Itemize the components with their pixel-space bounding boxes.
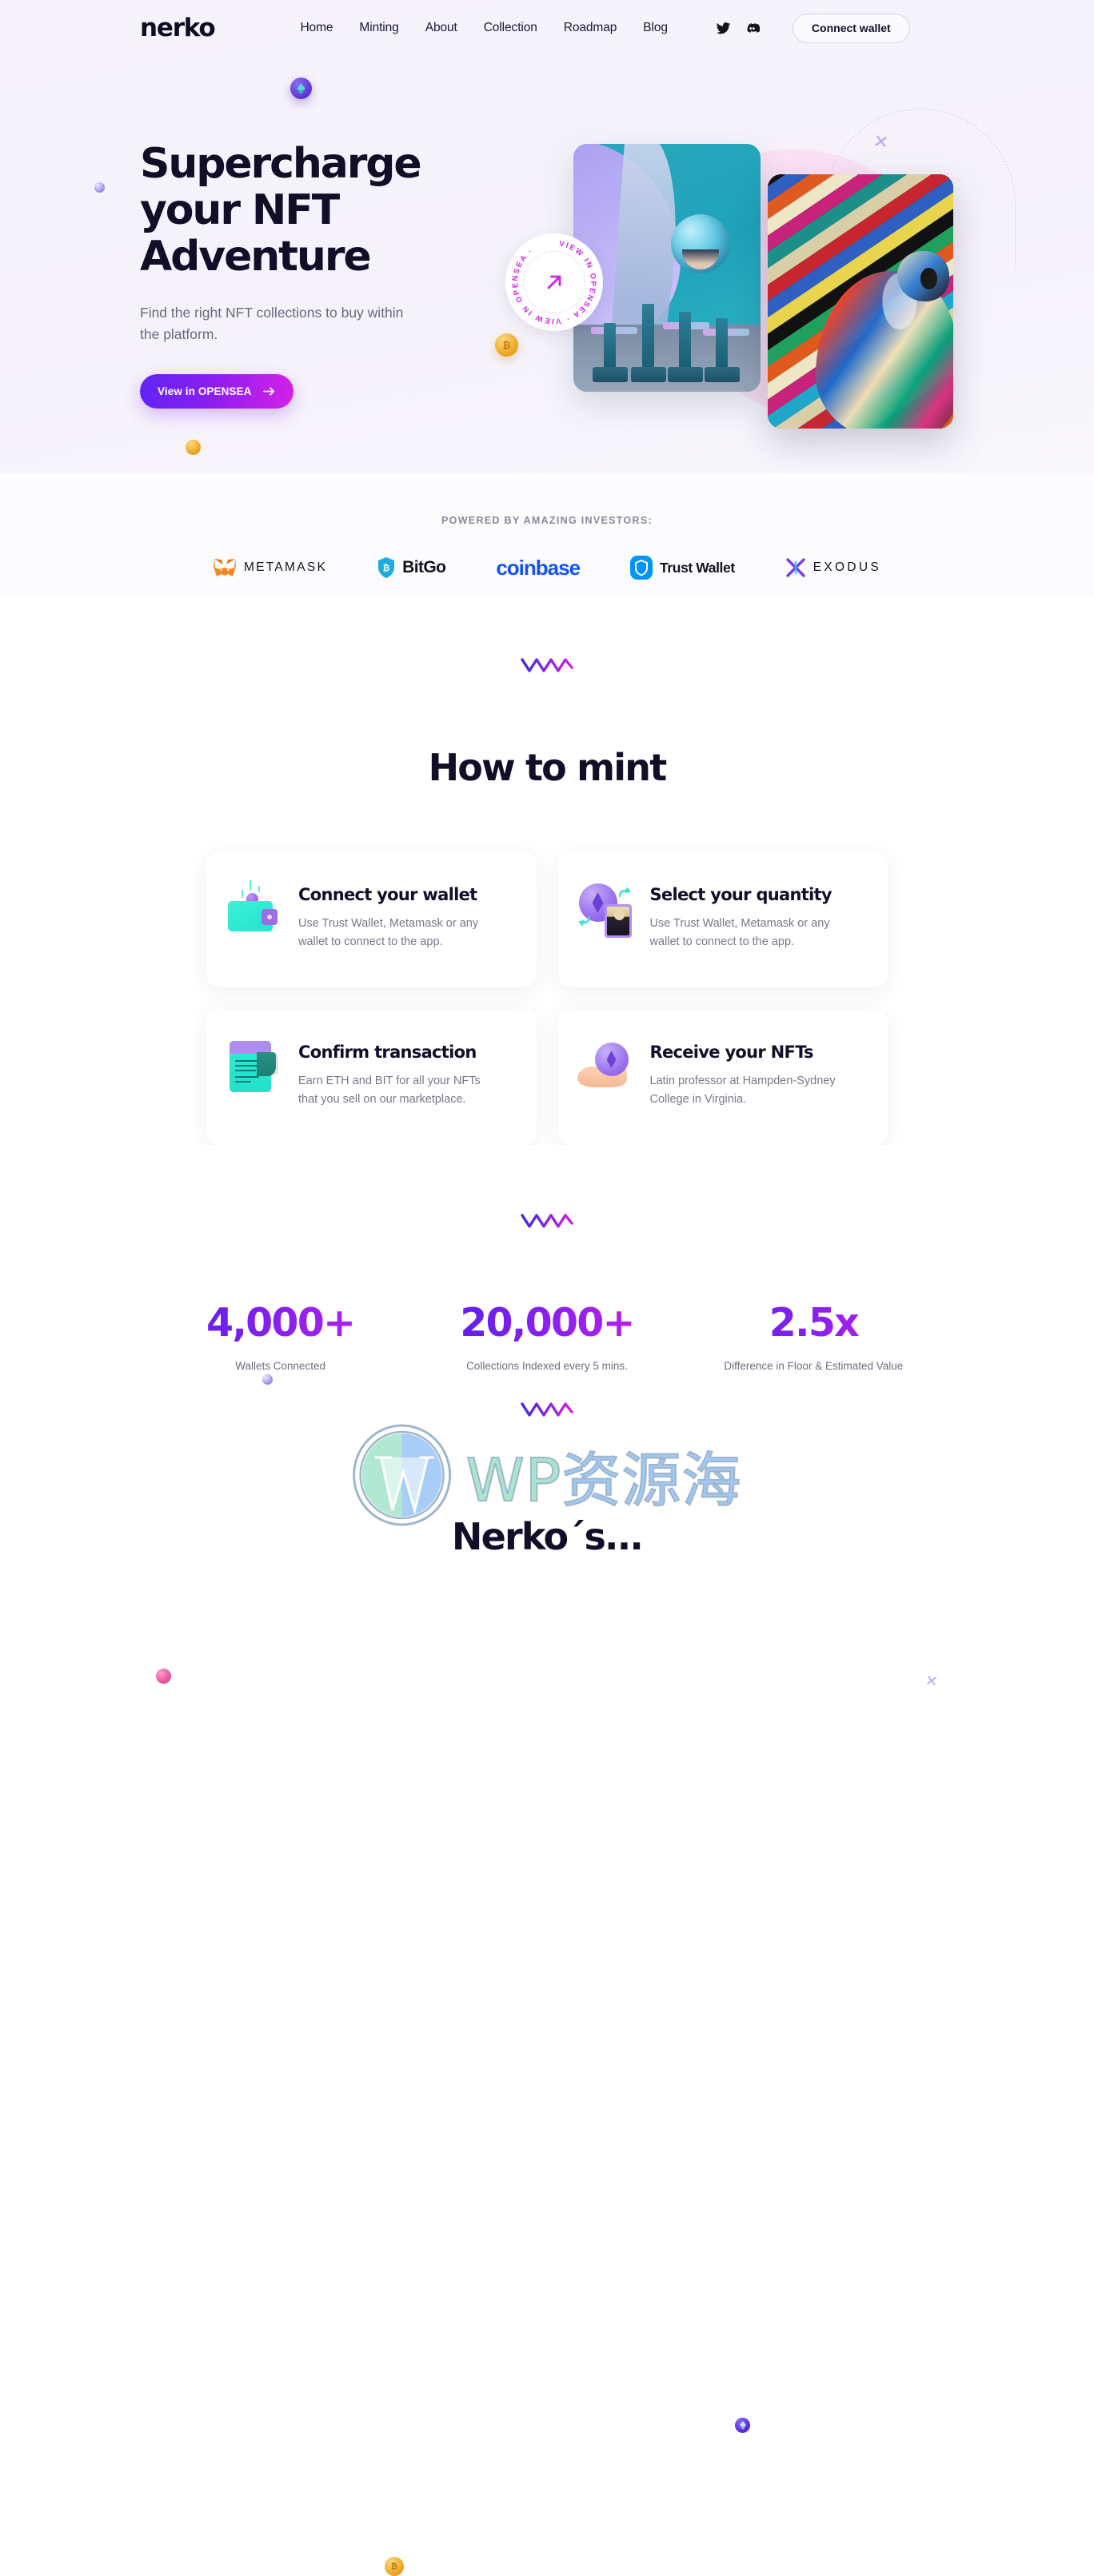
eth-swap-icon: [577, 880, 635, 938]
mint-step-title: Select your quantity: [649, 885, 832, 904]
mint-step-content: Connect your wallet Use Trust Wallet, Me…: [298, 875, 498, 952]
mint-step-text: Use Trust Wallet, Metamask or any wallet…: [298, 917, 479, 949]
stat-item: 4,000+ Wallets Connected: [147, 1300, 413, 1372]
mint-step-text: Earn ETH and BIT for all your NFTs that …: [298, 1075, 481, 1107]
stat-label: Difference in Floor & Estimated Value: [724, 1360, 904, 1372]
bottom-section-title: Nerko´s...: [451, 1515, 644, 1558]
mint-step-card[interactable]: Connect your wallet Use Trust Wallet, Me…: [206, 851, 537, 987]
mint-steps-grid: Connect your wallet Use Trust Wallet, Me…: [206, 851, 888, 1145]
hero-subtitle: Find the right NFT collections to buy wi…: [140, 304, 404, 343]
connect-wallet-button[interactable]: Connect wallet: [792, 13, 910, 43]
nav-link-collection[interactable]: Collection: [484, 21, 537, 35]
stat-item: 20,000+ Collections Indexed every 5 mins…: [413, 1300, 680, 1372]
purple-dot-decoration: [262, 1374, 273, 1385]
exodus-icon: [786, 558, 805, 577]
investors-section: POWERED BY AMAZING INVESTORS: METAMASK ₿…: [0, 473, 1094, 596]
document-icon: [226, 1038, 283, 1095]
sphere-decoration: [94, 182, 105, 193]
mint-step-text: Latin professor at Hampden-Sydney Colleg…: [649, 1075, 836, 1107]
hero-title-line-1: Supercharge: [140, 140, 422, 188]
svg-text:₿: ₿: [383, 564, 390, 573]
hero-title: Supercharge your NFT Adventure: [140, 141, 556, 281]
mint-step-title: Receive your NFTs: [649, 1043, 814, 1062]
how-to-mint-section: How to mint Connect your wallet Use Trus…: [0, 596, 1094, 1691]
investor-trustwallet[interactable]: Trust Wallet: [630, 554, 735, 581]
nav-link-home[interactable]: Home: [300, 21, 333, 35]
investors-label: POWERED BY AMAZING INVESTORS:: [441, 515, 653, 526]
stats-grid: 4,000+ Wallets Connected 20,000+ Collect…: [147, 1300, 947, 1372]
gold-coin-decoration-2: [186, 440, 201, 455]
pink-dot-decoration: [156, 1669, 171, 1684]
mint-step-text: Use Trust Wallet, Metamask or any wallet…: [649, 917, 830, 949]
stat-label: Collections Indexed every 5 mins.: [466, 1360, 628, 1372]
investor-metamask[interactable]: METAMASK: [213, 554, 327, 581]
gold-coin-decoration-3: ₿: [385, 2557, 404, 2576]
nft-orb: [671, 214, 730, 273]
zigzag-divider-icon-2: [521, 1214, 573, 1228]
view-in-opensea-button[interactable]: View in OPENSEA: [140, 373, 293, 409]
investor-name-metamask: METAMASK: [243, 560, 328, 574]
bitgo-shield-icon: ₿: [378, 557, 395, 578]
hero-content: Supercharge your NFT Adventure Find the …: [140, 141, 556, 409]
investor-name-trustwallet: Trust Wallet: [660, 559, 735, 576]
stats-section: 4,000+ Wallets Connected 20,000+ Collect…: [0, 1145, 1094, 2576]
mint-step-content: Select your quantity Use Trust Wallet, M…: [650, 875, 850, 952]
investor-exodus[interactable]: EXODUS: [785, 554, 881, 581]
investor-name-exodus: EXODUS: [813, 560, 882, 574]
cta-label: View in OPENSEA: [158, 385, 252, 397]
investor-coinbase[interactable]: coinbase: [496, 554, 581, 581]
investor-bitgo[interactable]: ₿ BitGo: [377, 554, 446, 581]
nav-link-blog[interactable]: Blog: [643, 21, 668, 35]
hero-title-line-2: your NFT: [140, 186, 340, 235]
investors-logos: METAMASK ₿ BitGo coinbase Trust Wallet E…: [0, 554, 1094, 596]
social-links: [716, 21, 760, 36]
mint-step-card[interactable]: Select your quantity Use Trust Wallet, M…: [557, 851, 888, 987]
x-shape-decoration: ✕: [872, 130, 890, 154]
hero-section: nerko Home Minting About Collection Road…: [0, 0, 1094, 473]
ethereum-icon-small: [739, 2421, 746, 2430]
investor-name-bitgo: BitGo: [402, 558, 446, 576]
x-shape-decoration-2: ✕: [924, 1671, 940, 1692]
twitter-icon[interactable]: [716, 21, 731, 36]
discord-icon[interactable]: [745, 21, 760, 36]
mint-step-card[interactable]: Receive your NFTs Latin professor at Ham…: [557, 1009, 888, 1145]
arrow-right-icon: [262, 387, 274, 396]
nav-link-about[interactable]: About: [425, 21, 457, 35]
metamask-icon: [213, 558, 236, 576]
nav-link-minting[interactable]: Minting: [359, 21, 398, 35]
mint-step-content: Receive your NFTs Latin professor at Ham…: [650, 1033, 850, 1110]
zigzag-divider-icon: [521, 658, 573, 672]
zigzag-divider-icon-3: [521, 1402, 573, 1417]
ethereum-icon: [297, 82, 305, 94]
nav-link-roadmap[interactable]: Roadmap: [564, 21, 617, 35]
investor-name-coinbase: coinbase: [496, 555, 581, 580]
trust-wallet-icon: [630, 556, 653, 580]
stat-value: 20,000+: [413, 1300, 680, 1346]
section-title-how-to-mint: How to mint: [428, 746, 668, 789]
mint-step-title: Connect your wallet: [298, 885, 477, 904]
site-logo[interactable]: nerko: [140, 14, 216, 42]
main-navigation: nerko Home Minting About Collection Road…: [0, 0, 1094, 56]
mint-step-title: Confirm transaction: [298, 1043, 477, 1062]
hero-title-line-3: Adventure: [140, 233, 372, 281]
nft-card-colorful[interactable]: [768, 174, 953, 429]
nav-links: Home Minting About Collection Roadmap Bl…: [300, 21, 668, 35]
hand-coin-icon: [577, 1038, 635, 1095]
stat-value: 4,000+: [147, 1300, 413, 1346]
mint-step-content: Confirm transaction Earn ETH and BIT for…: [298, 1033, 498, 1110]
stat-label: Wallets Connected: [235, 1360, 326, 1372]
mint-step-card[interactable]: Confirm transaction Earn ETH and BIT for…: [206, 1009, 537, 1145]
arrow-swap-down-icon: [578, 915, 590, 926]
stat-value: 2.5x: [681, 1300, 947, 1346]
wallet-icon: [226, 880, 283, 938]
arrow-swap-up-icon: [618, 887, 630, 898]
eth-coin-decoration: [290, 78, 312, 99]
stat-item: 2.5x Difference in Floor & Estimated Val…: [681, 1300, 947, 1372]
eth-dot-decoration: [735, 2418, 750, 2433]
